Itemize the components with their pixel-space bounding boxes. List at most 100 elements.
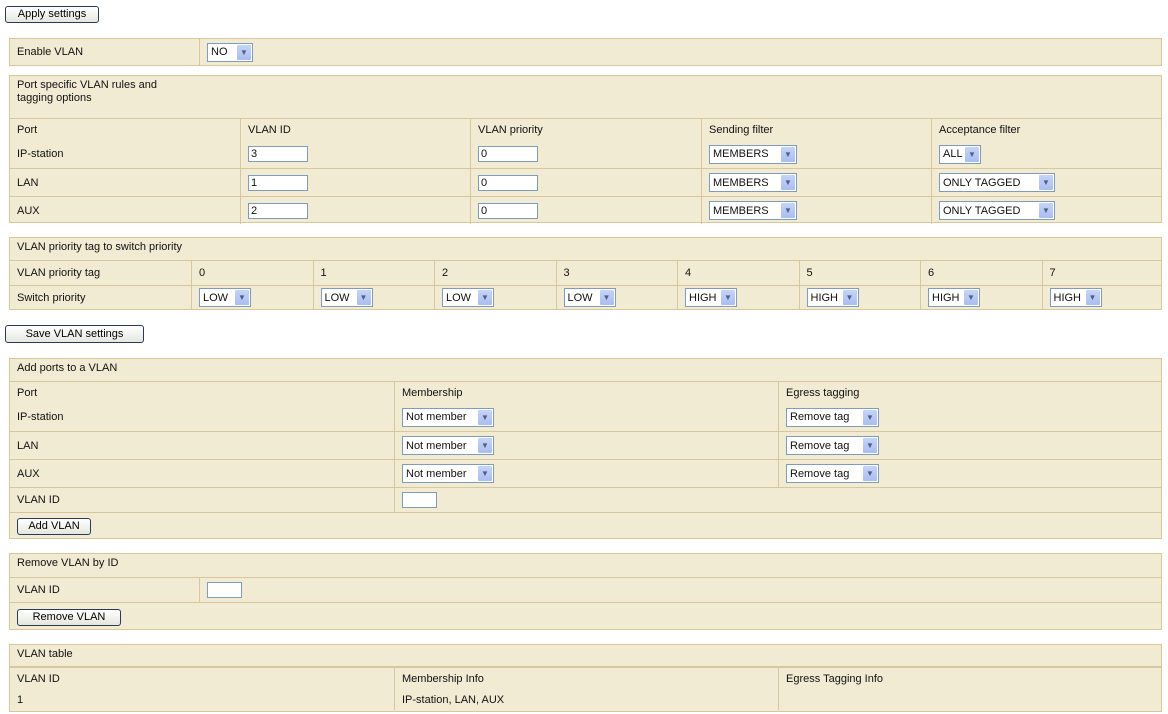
sending-cell: MEMBERS ▼ <box>701 197 931 224</box>
apply-settings-button[interactable]: Apply settings <box>5 6 99 23</box>
title-line: tagging options <box>17 92 92 104</box>
egress-tagging-select[interactable]: Remove tag ▼ <box>786 436 879 455</box>
enable-vlan-select[interactable]: NO ▼ <box>207 42 253 62</box>
row-label: Switch priority <box>17 291 86 304</box>
port-name: AUX <box>17 467 40 480</box>
sending-filter-select[interactable]: MEMBERS ▼ <box>709 173 797 192</box>
chevron-down-icon: ▼ <box>781 146 795 162</box>
selected-value: ONLY TAGGED <box>943 176 1021 189</box>
selected-value: Remove tag <box>790 411 850 423</box>
section-title: VLAN priority tag to switch priority <box>17 241 183 253</box>
switch-priority-select[interactable]: LOW ▼ <box>199 288 251 307</box>
chevron-down-icon: ▼ <box>599 290 614 305</box>
column-header: Egress Tagging Info <box>778 668 1161 689</box>
selected-value: Not member <box>406 411 467 423</box>
switch-priority-select[interactable]: HIGH ▼ <box>928 288 980 307</box>
add-port-row: AUX Not member ▼ Remove tag ▼ <box>10 459 1161 487</box>
egress-cell: Remove tag ▼ <box>778 460 1161 487</box>
header-row: Port Membership Egress tagging <box>10 381 1161 403</box>
acceptance-filter-select[interactable]: ALL ▼ <box>939 144 981 164</box>
vlan-id-row: VLAN ID <box>10 487 1161 512</box>
add-port-row: LAN Not member ▼ Remove tag ▼ <box>10 431 1161 459</box>
chevron-down-icon: ▼ <box>478 290 492 305</box>
egress-tagging-select[interactable]: Remove tag ▼ <box>786 407 879 427</box>
switch-priority-cell: LOW ▼ <box>555 286 678 309</box>
sending-filter-select[interactable]: MEMBERS ▼ <box>709 201 797 220</box>
chevron-down-icon: ▼ <box>478 466 492 481</box>
priority-tag: 0 <box>191 261 313 285</box>
port-name: LAN <box>17 439 39 452</box>
section-title: VLAN table <box>17 648 73 660</box>
sending-cell: MEMBERS ▼ <box>701 140 931 168</box>
column-header: Sending filter <box>701 119 931 140</box>
switch-priority-select[interactable]: LOW ▼ <box>320 288 373 307</box>
column-header: Membership <box>394 382 778 403</box>
chevron-down-icon: ▼ <box>1085 290 1100 305</box>
switch-priority-select[interactable]: HIGH ▼ <box>685 288 737 307</box>
sending-filter-select[interactable]: MEMBERS ▼ <box>709 144 797 164</box>
add-vlan-id-input[interactable] <box>402 492 437 508</box>
sending-cell: MEMBERS ▼ <box>701 169 931 196</box>
chevron-down-icon: ▼ <box>863 466 877 481</box>
selected-value: LOW <box>446 291 472 304</box>
acceptance-cell: ALL ▼ <box>931 140 1161 168</box>
membership-select[interactable]: Not member ▼ <box>402 407 494 427</box>
column-header: Acceptance filter <box>931 119 1161 140</box>
priority-cell: 0 <box>470 140 701 168</box>
remove-vlan-id-input[interactable] <box>207 582 242 598</box>
vlan-priority-input[interactable]: 0 <box>478 202 538 219</box>
label: Enable VLAN <box>17 46 84 58</box>
add-vlan-button[interactable]: Add VLAN <box>17 518 91 535</box>
button-row: Remove VLAN <box>10 602 1161 629</box>
chevron-down-icon: ▼ <box>863 409 877 425</box>
switch-priority-select[interactable]: HIGH ▼ <box>1049 288 1102 307</box>
port-rule-row: IP-station 3 0 MEMBERS ▼ ALL ▼ <box>10 140 1161 168</box>
priority-tag: 5 <box>798 261 921 285</box>
table-row: 1 IP-station, LAN, AUX <box>10 689 1161 710</box>
vlan-id-input[interactable]: 2 <box>248 202 308 219</box>
vlan-id: 1 <box>17 693 24 706</box>
switch-priority-select[interactable]: LOW ▼ <box>442 288 494 307</box>
vlan-id-label: VLAN ID <box>17 494 60 506</box>
selected-value: Remove tag <box>790 439 850 452</box>
acceptance-cell: ONLY TAGGED ▼ <box>931 197 1161 224</box>
priority-tag: 2 <box>434 261 556 285</box>
acceptance-cell: ONLY TAGGED ▼ <box>931 169 1161 196</box>
switch-priority-cell: HIGH ▼ <box>1041 286 1162 309</box>
membership-select[interactable]: Not member ▼ <box>402 464 494 483</box>
port-rules-section: Port specific VLAN rules and tagging opti… <box>9 75 1162 224</box>
switch-priority-select[interactable]: HIGH ▼ <box>806 288 859 307</box>
vlan-id-input[interactable]: 3 <box>248 146 308 162</box>
chevron-down-icon: ▼ <box>965 146 979 162</box>
chevron-down-icon: ▼ <box>1039 175 1053 190</box>
chevron-down-icon: ▼ <box>863 438 877 453</box>
selected-value: ONLY TAGGED <box>943 204 1021 217</box>
membership-select[interactable]: Not member ▼ <box>402 436 494 455</box>
selected-value: LOW <box>203 291 229 304</box>
enable-vlan-cell: NO ▼ <box>199 39 260 65</box>
save-vlan-settings-button[interactable]: Save VLAN settings <box>5 325 144 343</box>
column-header: VLAN ID <box>17 672 60 685</box>
vlan-id-cell <box>199 578 1161 602</box>
port-rule-row: AUX 2 0 MEMBERS ▼ ONLY TAGGED ▼ <box>10 196 1161 224</box>
port-name: IP-station <box>17 148 64 160</box>
vlan-id-input[interactable]: 1 <box>248 174 308 191</box>
port-name: AUX <box>17 204 40 217</box>
switch-priority-cell: LOW ▼ <box>434 286 556 309</box>
egress-tagging-select[interactable]: Remove tag ▼ <box>786 464 879 483</box>
priority-tag: 1 <box>312 261 435 285</box>
vlan-id-label: VLAN ID <box>17 584 60 596</box>
section-title: Add ports to a VLAN <box>17 362 118 374</box>
title-line: Port specific VLAN rules and <box>17 79 158 91</box>
acceptance-filter-select[interactable]: ONLY TAGGED ▼ <box>939 201 1055 220</box>
remove-vlan-section: Remove VLAN by ID VLAN ID Remove VLAN <box>9 553 1162 630</box>
header-row: VLAN ID Membership Info Egress Tagging I… <box>10 667 1161 689</box>
membership-cell: Not member ▼ <box>394 403 778 431</box>
vlan-priority-input[interactable]: 0 <box>478 174 538 191</box>
remove-vlan-button[interactable]: Remove VLAN <box>17 609 121 626</box>
selected-value: HIGH <box>810 291 839 304</box>
priority-cell: 0 <box>470 169 701 196</box>
acceptance-filter-select[interactable]: ONLY TAGGED ▼ <box>939 173 1055 192</box>
switch-priority-select[interactable]: LOW ▼ <box>563 288 616 307</box>
vlan-priority-input[interactable]: 0 <box>478 146 538 162</box>
